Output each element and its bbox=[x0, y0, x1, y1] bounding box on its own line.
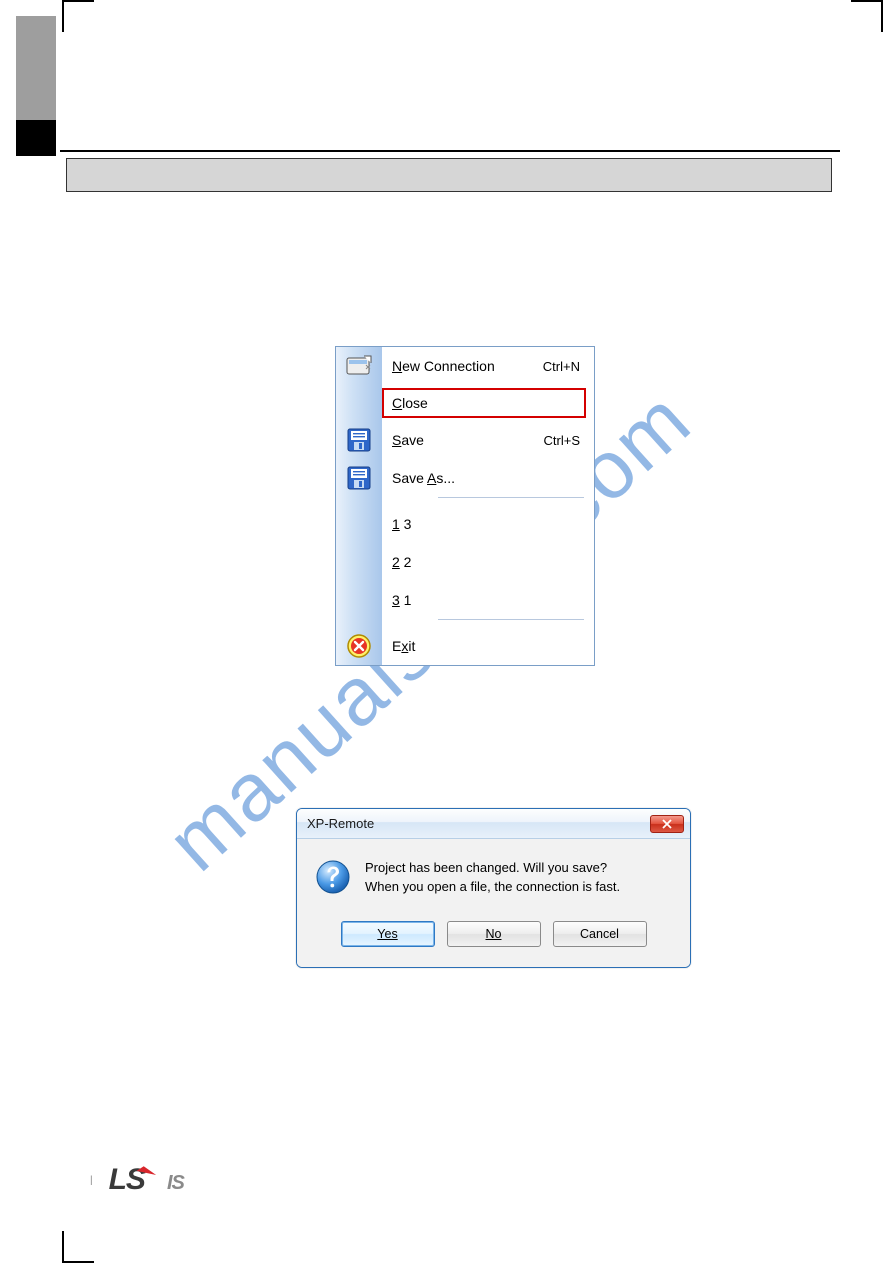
dialog-close-button[interactable] bbox=[650, 815, 684, 833]
menu-label: Close bbox=[392, 395, 428, 411]
menu-item-new-connection[interactable]: New Connection Ctrl+N bbox=[336, 347, 594, 385]
menu-item-recent-1[interactable]: 1 3 bbox=[336, 505, 594, 543]
menu-label: New Connection bbox=[392, 358, 495, 374]
footer-logo: | LSIS bbox=[90, 1163, 184, 1197]
menu-label: 1 3 bbox=[392, 516, 411, 532]
menu-separator bbox=[438, 619, 584, 620]
crop-mark bbox=[881, 0, 883, 32]
save-icon bbox=[346, 427, 372, 453]
yes-button[interactable]: Yes bbox=[341, 921, 435, 947]
crop-mark bbox=[62, 0, 64, 32]
menu-shortcut: Ctrl+N bbox=[543, 359, 594, 374]
margin-black-block bbox=[16, 120, 56, 156]
dialog-message: Project has been changed. Will you save?… bbox=[365, 859, 620, 897]
menu-label: Exit bbox=[392, 638, 415, 654]
header-gray-bar bbox=[66, 158, 832, 192]
menu-separator bbox=[438, 497, 584, 498]
exit-icon bbox=[346, 633, 372, 659]
menu-label: 3 1 bbox=[392, 592, 411, 608]
menu-shortcut: Ctrl+S bbox=[544, 433, 594, 448]
no-button[interactable]: No bbox=[447, 921, 541, 947]
crop-mark bbox=[851, 0, 883, 2]
header-rule bbox=[60, 150, 840, 152]
menu-item-save[interactable]: Save Ctrl+S bbox=[336, 421, 594, 459]
menu-item-exit[interactable]: Exit bbox=[336, 627, 594, 665]
menu-label: 2 2 bbox=[392, 554, 411, 570]
dialog-titlebar[interactable]: XP-Remote bbox=[297, 809, 690, 839]
confirm-dialog: XP-Remote Project has bbox=[296, 808, 691, 968]
menu-label: Save bbox=[392, 432, 424, 448]
menu-item-close[interactable]: Close bbox=[336, 385, 594, 421]
new-connection-icon bbox=[346, 355, 372, 377]
menu-item-save-as[interactable]: Save As... bbox=[336, 459, 594, 497]
crop-mark bbox=[62, 1231, 64, 1263]
close-highlight-box: Close bbox=[382, 388, 586, 418]
save-as-icon bbox=[346, 465, 372, 491]
close-icon bbox=[661, 819, 673, 829]
menu-item-recent-2[interactable]: 2 2 bbox=[336, 543, 594, 581]
menu-label: Save As... bbox=[392, 470, 455, 486]
cancel-button[interactable]: Cancel bbox=[553, 921, 647, 947]
menu-item-recent-3[interactable]: 3 1 bbox=[336, 581, 594, 619]
crop-mark bbox=[62, 0, 94, 2]
margin-gray-block bbox=[16, 16, 56, 136]
question-icon bbox=[315, 859, 351, 895]
file-menu: New Connection Ctrl+N Close Save Ctrl+S bbox=[335, 346, 595, 666]
dialog-title-text: XP-Remote bbox=[307, 816, 650, 831]
